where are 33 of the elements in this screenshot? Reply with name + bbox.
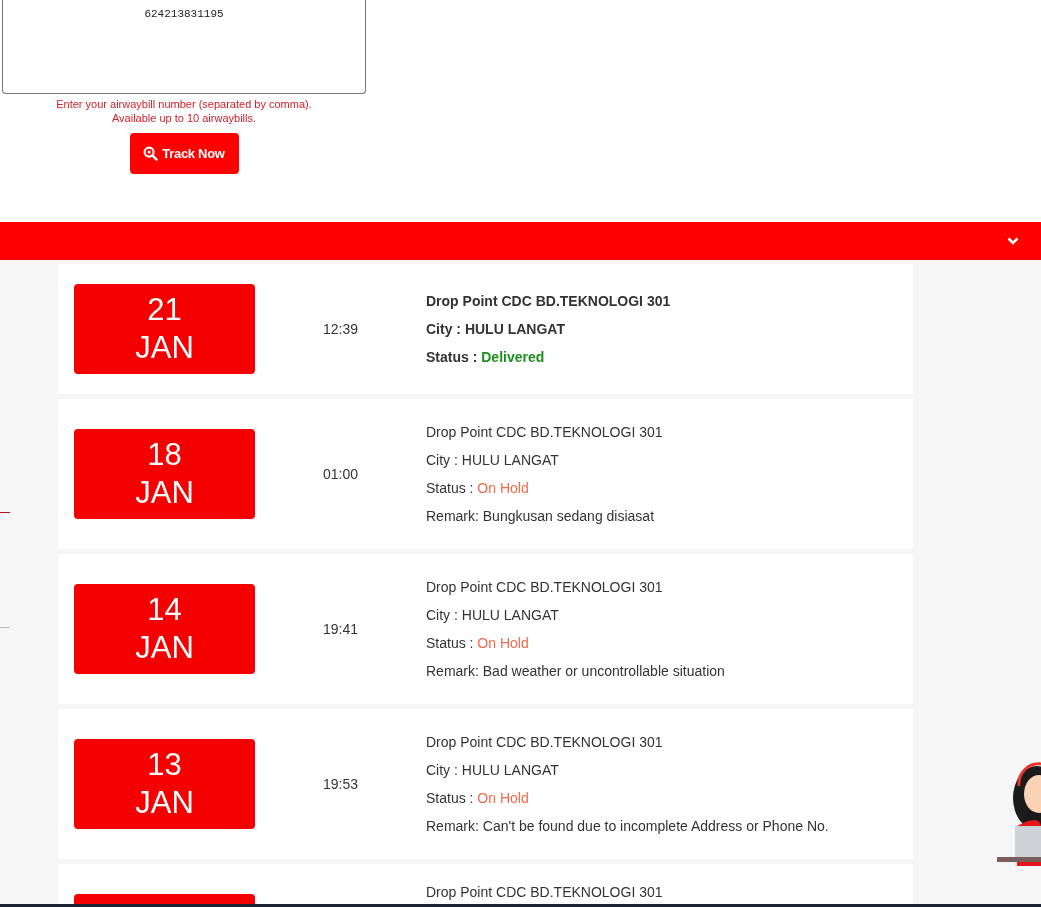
remark-text: Remark: Bad weather or uncontrollable situation xyxy=(426,662,725,681)
city-text: City : HULU LANGAT xyxy=(426,761,560,780)
date-month: JAN xyxy=(135,629,194,667)
location-text: Drop Point CDC BD.TEKNOLOGI 301 xyxy=(426,423,663,442)
date-month: JAN xyxy=(135,474,194,512)
city-text: City : HULU LANGAT xyxy=(426,606,560,625)
status-text: Status : On Hold xyxy=(426,634,530,653)
location-text: Drop Point CDC BD.TEKNOLOGI 301 xyxy=(426,292,671,311)
date-month: JAN xyxy=(135,329,194,367)
hint-text: Enter your airwaybill number (separated by comma). Available up to 10 airwaybills. xyxy=(56,97,312,125)
chevron-icon[interactable] xyxy=(1007,236,1019,246)
search-icon xyxy=(143,146,159,161)
event-time: 19:41 xyxy=(322,621,360,637)
date-day: 21 xyxy=(147,291,182,329)
airwaybill-field[interactable]: 624213831195 xyxy=(2,0,366,94)
date-month: JAN xyxy=(135,784,194,822)
city-text: City : HULU LANGAT xyxy=(426,320,566,339)
date-day: 18 xyxy=(147,436,182,474)
status-text: Status : Delivered xyxy=(426,348,546,367)
remark-text: Remark: Can't be found due to incomplete Address or Phone No. xyxy=(426,817,829,836)
location-text: Drop Point CDC BD.TEKNOLOGI 301 xyxy=(426,733,664,752)
location-text: Drop Point CDC BD.TEKNOLOGI 301 xyxy=(426,578,664,597)
date-day: 14 xyxy=(147,591,182,629)
location-text: Drop Point CDC BD.TEKNOLOGI 301 xyxy=(426,883,663,902)
track-button[interactable]: Track Now xyxy=(129,133,239,174)
event-time: 12:39 xyxy=(322,321,360,337)
event-time: 19:53 xyxy=(322,776,360,792)
status-text: Status : On Hold xyxy=(426,479,530,498)
event-time: 01:00 xyxy=(322,466,360,482)
remark-text: Remark: Bungkusan sedang disiasat xyxy=(426,507,656,526)
city-text: City : HULU LANGAT xyxy=(426,451,560,470)
status-text: Status : On Hold xyxy=(426,789,530,808)
date-day: 13 xyxy=(147,746,182,784)
